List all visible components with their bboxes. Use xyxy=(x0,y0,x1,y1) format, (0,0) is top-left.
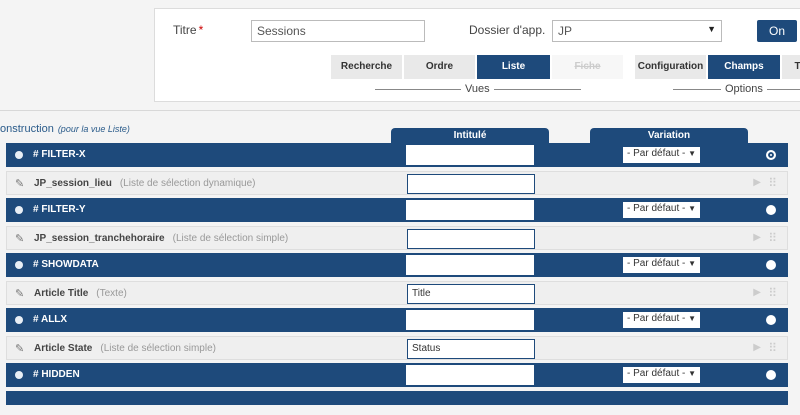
bullet-icon xyxy=(15,206,23,214)
default-radio[interactable] xyxy=(766,205,776,215)
pencil-icon[interactable]: ✎ xyxy=(15,232,24,245)
intitule-input[interactable] xyxy=(406,145,534,165)
titre-label: Titre * xyxy=(173,23,204,37)
tab-fiche: Fiche xyxy=(552,55,624,79)
variation-value: - Par défaut - xyxy=(627,258,686,269)
field-type: (Liste de sélection simple) xyxy=(172,232,289,244)
bullet-icon xyxy=(15,151,23,159)
variation-value: - Par défaut - xyxy=(627,313,686,324)
pencil-icon[interactable]: ✎ xyxy=(15,287,24,300)
default-radio[interactable] xyxy=(766,315,776,325)
tab-liste[interactable]: Liste xyxy=(477,55,551,79)
field-type: (Texte) xyxy=(96,287,127,299)
titre-input[interactable] xyxy=(251,20,425,42)
default-radio[interactable] xyxy=(766,260,776,270)
field-row[interactable]: ✎ JP_session_lieu (Liste de sélection dyna… xyxy=(6,170,788,195)
field-row[interactable]: ✎ JP_session_tranchehoraire (Liste de séle… xyxy=(6,225,788,250)
dossier-label: Dossier d'app. xyxy=(469,23,546,37)
intitule-input[interactable] xyxy=(407,283,535,304)
field-name: Article Title (Texte) xyxy=(34,287,127,299)
options-group-label: Options xyxy=(721,83,767,95)
variation-value: - Par défaut - xyxy=(627,203,686,214)
tab-ordre[interactable]: Ordre xyxy=(404,55,476,79)
intitule-input[interactable] xyxy=(406,200,534,220)
group-header-row[interactable]: # FILTER-X - Par défaut - ▼ xyxy=(6,143,788,167)
dossier-select[interactable]: JP ▼ xyxy=(552,20,722,42)
group-name: # SHOWDATA xyxy=(33,259,99,270)
group-name: # HIDDEN xyxy=(33,369,80,380)
required-mark: * xyxy=(198,23,204,37)
variation-select[interactable]: - Par défaut - ▼ xyxy=(623,257,700,273)
field-type: (Liste de sélection simple) xyxy=(100,342,216,354)
tab-configuration[interactable]: Configuration xyxy=(635,55,707,79)
group-header-row[interactable]: # HIDDEN - Par défaut - ▼ xyxy=(6,363,788,387)
variation-select[interactable]: - Par défaut - ▼ xyxy=(623,202,700,218)
grip-icon[interactable]: ⠿ xyxy=(768,286,777,300)
section-title: onstruction (pour la vue Liste) xyxy=(0,123,130,135)
group-name: # FILTER-Y xyxy=(33,204,86,215)
intitule-input[interactable] xyxy=(407,338,535,359)
grip-icon[interactable]: ⠿ xyxy=(768,341,777,355)
tab-champs[interactable]: Champs xyxy=(708,55,781,79)
separator xyxy=(0,110,800,111)
chevron-down-icon: ▼ xyxy=(688,369,696,378)
group-name: # FILTER-X xyxy=(33,149,86,160)
arrow-right-icon[interactable]: ▶ xyxy=(753,232,761,243)
bullet-icon xyxy=(15,261,23,269)
list-footer xyxy=(6,391,788,405)
on-button[interactable]: On xyxy=(757,20,797,42)
intitule-input[interactable] xyxy=(406,365,534,385)
pencil-icon[interactable]: ✎ xyxy=(15,342,24,355)
arrow-right-icon[interactable]: ▶ xyxy=(753,287,761,298)
grip-icon[interactable]: ⠿ xyxy=(768,176,777,190)
field-type: (Liste de sélection dynamique) xyxy=(119,177,256,189)
grip-icon[interactable]: ⠿ xyxy=(768,231,777,245)
group-name: # ALLX xyxy=(33,314,68,325)
section-subtitle: (pour la vue Liste) xyxy=(57,124,130,134)
arrow-right-icon[interactable]: ▶ xyxy=(753,177,761,188)
variation-select[interactable]: - Par défaut - ▼ xyxy=(623,312,700,328)
column-variation-header: Variation xyxy=(590,128,748,144)
variation-value: - Par défaut - xyxy=(627,368,686,379)
group-header-row[interactable]: # ALLX - Par défaut - ▼ xyxy=(6,308,788,332)
group-header-row[interactable]: # FILTER-Y - Par défaut - ▼ xyxy=(6,198,788,222)
pencil-icon[interactable]: ✎ xyxy=(15,177,24,190)
intitule-input[interactable] xyxy=(407,228,535,249)
bullet-icon xyxy=(15,371,23,379)
column-intitule-header: Intitulé xyxy=(391,128,549,144)
variation-select[interactable]: - Par défaut - ▼ xyxy=(623,147,700,163)
intitule-input[interactable] xyxy=(407,173,535,194)
chevron-down-icon: ▼ xyxy=(688,314,696,323)
field-name: JP_session_tranchehoraire (Liste de sélec… xyxy=(34,232,289,244)
group-header-row[interactable]: # SHOWDATA - Par défaut - ▼ xyxy=(6,253,788,277)
chevron-down-icon: ▼ xyxy=(688,149,696,158)
field-name: JP_session_lieu (Liste de sélection dynam… xyxy=(34,177,256,189)
dossier-select-value: JP xyxy=(558,24,573,38)
variation-select[interactable]: - Par défaut - ▼ xyxy=(623,367,700,383)
chevron-down-icon: ▼ xyxy=(688,259,696,268)
arrow-right-icon[interactable]: ▶ xyxy=(753,342,761,353)
chevron-down-icon: ▼ xyxy=(688,204,696,213)
field-row[interactable]: ✎ Article State (Liste de sélection simple… xyxy=(6,335,788,360)
tab-recherche[interactable]: Recherche xyxy=(331,55,403,79)
default-radio[interactable] xyxy=(766,150,776,160)
form-panel: Titre* Dossier d'app. JP ▼ On Recherche … xyxy=(154,8,800,102)
field-row[interactable]: ✎ Article Title(Texte) ▶ ⠿ xyxy=(6,280,788,305)
variation-value: - Par défaut - xyxy=(627,148,686,159)
tab-t[interactable]: T xyxy=(782,55,800,79)
default-radio[interactable] xyxy=(766,370,776,380)
intitule-input[interactable] xyxy=(406,255,534,275)
field-name: Article State (Liste de sélection simple) xyxy=(34,342,216,354)
intitule-input[interactable] xyxy=(406,310,534,330)
bullet-icon xyxy=(15,316,23,324)
vues-group-label: Vues xyxy=(461,83,494,95)
chevron-down-icon: ▼ xyxy=(707,24,716,34)
